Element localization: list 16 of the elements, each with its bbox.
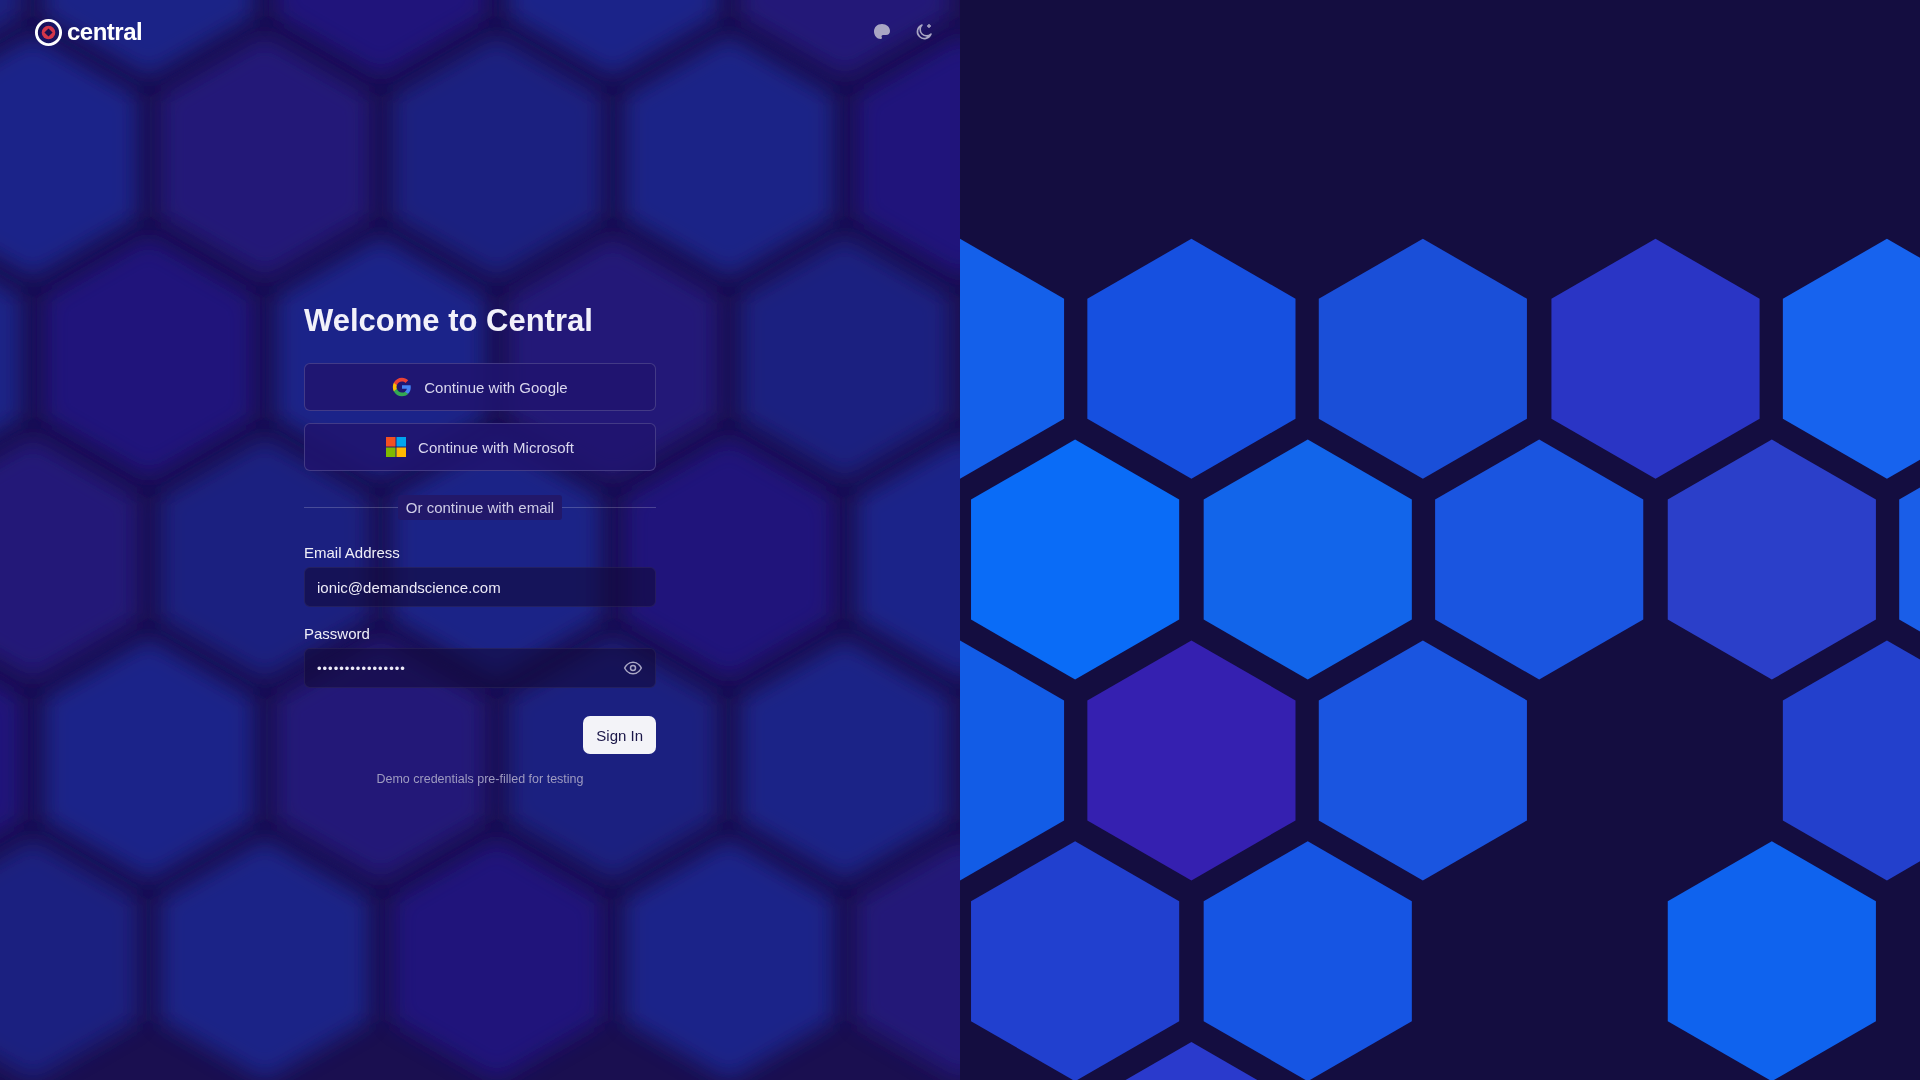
palette-icon[interactable] [872,22,892,42]
page-heading: Welcome to Central [304,302,594,340]
sign-in-button[interactable]: Sign In [583,716,656,754]
demo-note: Demo credentials pre-filled for testing [375,772,585,786]
password-field[interactable]: •••••••••••••••• [304,648,656,688]
moon-icon[interactable] [914,22,934,42]
sso-button[interactable]: Continue with Microsoft [304,423,656,471]
brand-name: central [67,18,143,46]
email-field[interactable]: ionic@demandscience.com [304,567,656,607]
divider-label: Or continue with email [397,495,563,520]
sso-button[interactable]: Continue with Google [304,363,656,411]
field-label: Email Address [304,544,401,561]
windows-icon [386,437,407,457]
google-icon [392,377,413,397]
logo-icon [34,17,63,47]
field-label: Password [304,625,371,642]
